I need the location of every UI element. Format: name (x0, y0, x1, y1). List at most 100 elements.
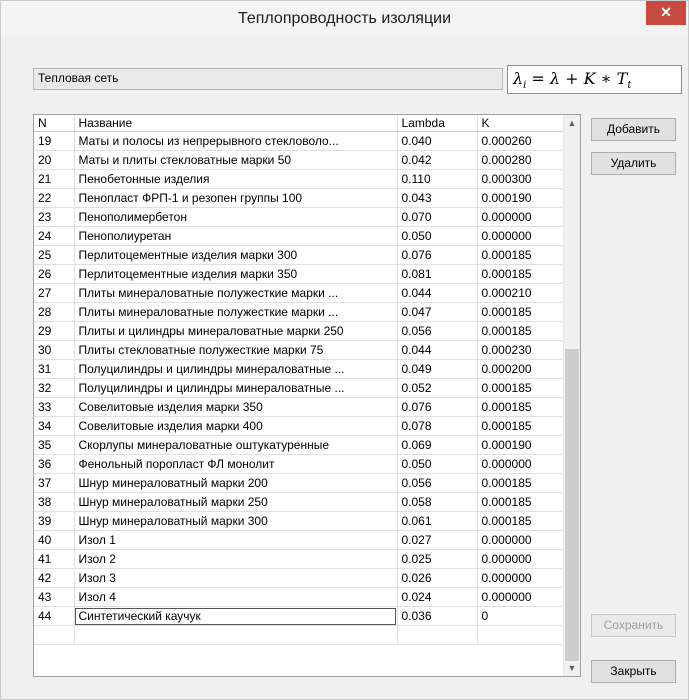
lambda-value[interactable]: 0.076 (397, 245, 478, 265)
material-name[interactable]: Изол 2 (74, 549, 398, 569)
column-header[interactable]: K (477, 115, 567, 132)
close-window-button[interactable]: ✕ (646, 1, 686, 25)
material-name[interactable]: Плиты минераловатные полужесткие марки .… (74, 302, 398, 322)
k-value[interactable]: 0.000185 (477, 378, 567, 398)
row-number[interactable]: 41 (34, 549, 75, 569)
table-row[interactable]: 27 Плиты минераловатные полужесткие марки… (34, 283, 567, 303)
row-number[interactable]: 26 (34, 264, 75, 284)
material-name[interactable]: Маты и плиты стекловатные марки 50 (74, 150, 398, 170)
material-name[interactable]: Совелитовые изделия марки 350 (74, 397, 398, 417)
k-value[interactable]: 0.000000 (477, 226, 567, 246)
material-name[interactable]: Маты и полосы из непрерывного стекловоло… (74, 131, 398, 151)
material-name[interactable]: Пенобетонные изделия (74, 169, 398, 189)
material-name[interactable]: Полуцилиндры и цилиндры минераловатные .… (74, 359, 398, 379)
lambda-value[interactable]: 0.042 (397, 150, 478, 170)
lambda-value[interactable]: 0.110 (397, 169, 478, 189)
material-name[interactable]: Синтетический каучук (74, 606, 398, 626)
lambda-value[interactable]: 0.044 (397, 283, 478, 303)
material-name[interactable]: Совелитовые изделия марки 400 (74, 416, 398, 436)
material-name[interactable]: Плиты минераловатные полужесткие марки .… (74, 283, 398, 303)
row-number[interactable]: 22 (34, 188, 75, 208)
table-row[interactable]: 26 Перлитоцементные изделия марки 350 0.08… (34, 264, 567, 284)
table-row[interactable]: 24 Пенополиуретан 0.050 0.000000 (34, 226, 567, 246)
table-row[interactable]: 34 Совелитовые изделия марки 400 0.078 0.00… (34, 416, 567, 436)
table-row[interactable]: 32 Полуцилиндры и цилиндры минераловатные… (34, 378, 567, 398)
column-header[interactable]: Lambda (397, 115, 478, 132)
table-row[interactable]: 40 Изол 1 0.027 0.000000 (34, 530, 567, 550)
row-number[interactable]: 32 (34, 378, 75, 398)
material-name[interactable]: Полуцилиндры и цилиндры минераловатные .… (74, 378, 398, 398)
k-value[interactable]: 0.000190 (477, 188, 567, 208)
lambda-value[interactable]: 0.047 (397, 302, 478, 322)
insulation-table[interactable]: N Название Lambda K 19 Маты и полосы из непр… (33, 114, 581, 677)
k-value[interactable]: 0.000260 (477, 131, 567, 151)
row-number[interactable]: 19 (34, 131, 75, 151)
row-number[interactable]: 38 (34, 492, 75, 512)
k-value[interactable]: 0.000300 (477, 169, 567, 189)
row-number[interactable]: 25 (34, 245, 75, 265)
lambda-value[interactable] (397, 625, 478, 645)
k-value[interactable]: 0 (477, 606, 567, 626)
k-value[interactable]: 0.000200 (477, 359, 567, 379)
k-value[interactable]: 0.000000 (477, 568, 567, 588)
scroll-down-icon[interactable]: ▼ (564, 660, 580, 676)
table-row[interactable]: 25 Перлитоцементные изделия марки 300 0.07… (34, 245, 567, 265)
k-value[interactable]: 0.000185 (477, 397, 567, 417)
table-row[interactable]: 37 Шнур минераловатный марки 200 0.056 0.00… (34, 473, 567, 493)
row-number[interactable] (34, 625, 75, 645)
scroll-up-icon[interactable]: ▲ (564, 115, 580, 131)
table-row[interactable]: 23 Пенополимербетон 0.070 0.000000 (34, 207, 567, 227)
material-name[interactable]: Шнур минераловатный марки 250 (74, 492, 398, 512)
row-number[interactable]: 37 (34, 473, 75, 493)
row-number[interactable]: 36 (34, 454, 75, 474)
table-row[interactable]: 38 Шнур минераловатный марки 250 0.058 0.00… (34, 492, 567, 512)
save-button[interactable]: Сохранить (591, 614, 676, 637)
table-row[interactable]: 36 Фенольный поропласт ФЛ монолит 0.050 0.0… (34, 454, 567, 474)
k-value[interactable]: 0.000185 (477, 473, 567, 493)
row-number[interactable]: 35 (34, 435, 75, 455)
k-value[interactable]: 0.000000 (477, 207, 567, 227)
lambda-value[interactable]: 0.056 (397, 321, 478, 341)
lambda-value[interactable]: 0.056 (397, 473, 478, 493)
material-name[interactable]: Изол 4 (74, 587, 398, 607)
table-row[interactable]: 39 Шнур минераловатный марки 300 0.061 0.00… (34, 511, 567, 531)
row-number[interactable]: 20 (34, 150, 75, 170)
table-row[interactable]: 28 Плиты минераловатные полужесткие марки… (34, 302, 567, 322)
table-row[interactable]: 43 Изол 4 0.024 0.000000 (34, 587, 567, 607)
table-row[interactable]: 42 Изол 3 0.026 0.000000 (34, 568, 567, 588)
lambda-value[interactable]: 0.027 (397, 530, 478, 550)
row-number[interactable]: 24 (34, 226, 75, 246)
row-number[interactable]: 34 (34, 416, 75, 436)
lambda-value[interactable]: 0.076 (397, 397, 478, 417)
table-row[interactable]: 19 Маты и полосы из непрерывного стеклово… (34, 131, 567, 151)
material-name[interactable]: Плиты стекловатные полужесткие марки 75 (74, 340, 398, 360)
k-value[interactable]: 0.000000 (477, 454, 567, 474)
lambda-value[interactable]: 0.081 (397, 264, 478, 284)
table-row[interactable] (34, 625, 567, 645)
row-number[interactable]: 40 (34, 530, 75, 550)
table-row[interactable]: 33 Совелитовые изделия марки 350 0.076 0.00… (34, 397, 567, 417)
lambda-value[interactable]: 0.044 (397, 340, 478, 360)
k-value[interactable]: 0.000000 (477, 530, 567, 550)
k-value[interactable]: 0.000185 (477, 492, 567, 512)
lambda-value[interactable]: 0.050 (397, 226, 478, 246)
material-name[interactable]: Перлитоцементные изделия марки 350 (74, 264, 398, 284)
k-value[interactable]: 0.000190 (477, 435, 567, 455)
k-value[interactable]: 0.000230 (477, 340, 567, 360)
table-row[interactable]: 35 Скорлупы минераловатные оштукатуренные… (34, 435, 567, 455)
material-name[interactable]: Шнур минераловатный марки 200 (74, 473, 398, 493)
lambda-value[interactable]: 0.078 (397, 416, 478, 436)
lambda-value[interactable]: 0.043 (397, 188, 478, 208)
k-value[interactable]: 0.000185 (477, 245, 567, 265)
add-button[interactable]: Добавить (591, 118, 676, 141)
k-value[interactable]: 0.000000 (477, 549, 567, 569)
material-name[interactable]: Пенополиуретан (74, 226, 398, 246)
lambda-value[interactable]: 0.052 (397, 378, 478, 398)
lambda-value[interactable]: 0.036 (397, 606, 478, 626)
material-name[interactable]: Шнур минераловатный марки 300 (74, 511, 398, 531)
vertical-scrollbar[interactable]: ▲ ▼ (563, 115, 580, 676)
k-value[interactable]: 0.000185 (477, 416, 567, 436)
row-number[interactable]: 21 (34, 169, 75, 189)
material-name[interactable]: Скорлупы минераловатные оштукатуренные (74, 435, 398, 455)
lambda-value[interactable]: 0.050 (397, 454, 478, 474)
